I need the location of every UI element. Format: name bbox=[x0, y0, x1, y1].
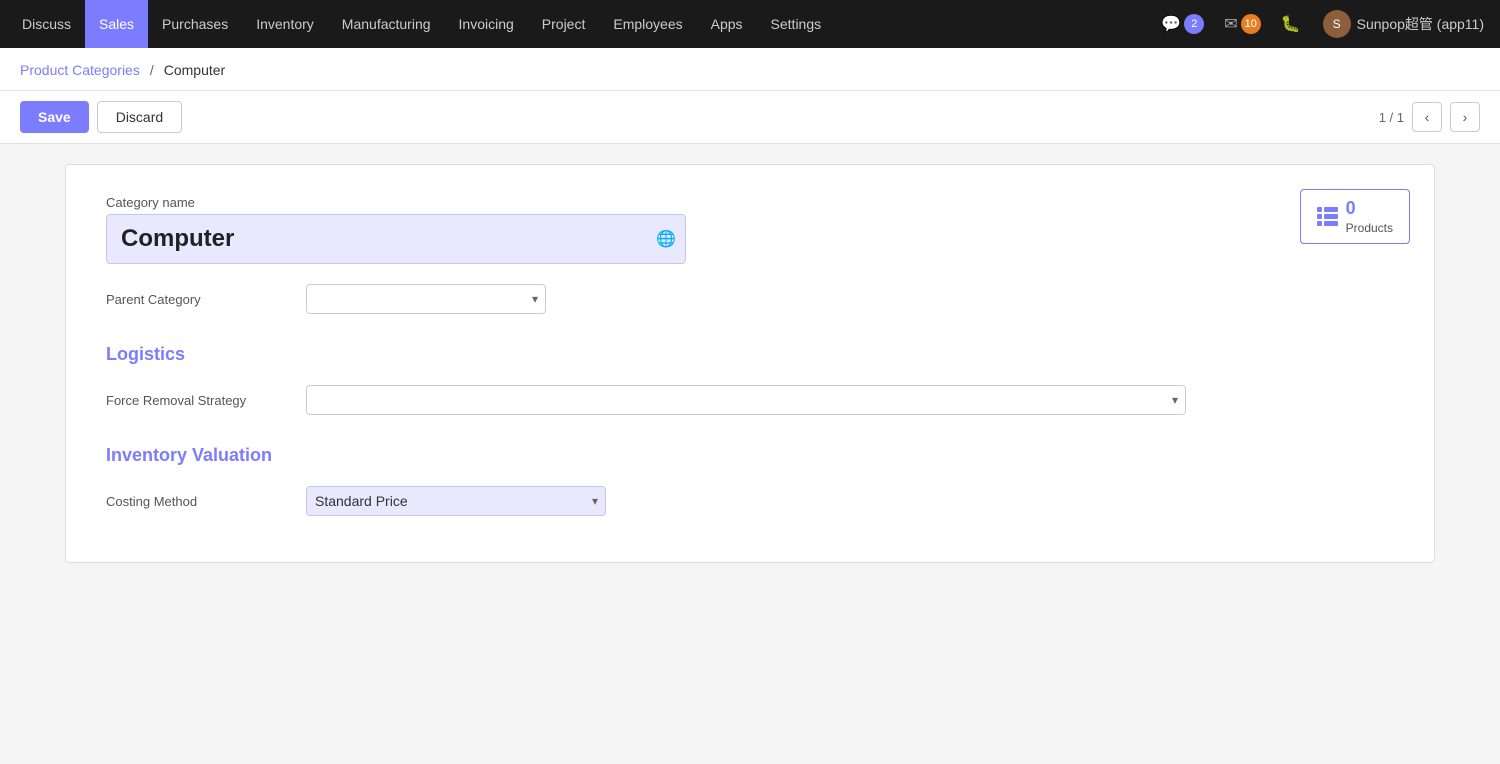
nav-manufacturing[interactable]: Manufacturing bbox=[328, 0, 445, 48]
main-content: 0 Products Category name 🌐 Parent Catego… bbox=[0, 144, 1500, 764]
toolbar: Save Discard 1 / 1 ‹ › bbox=[0, 91, 1500, 144]
category-name-input[interactable] bbox=[106, 214, 686, 264]
parent-category-label: Parent Category bbox=[106, 292, 306, 307]
message-icon: ✉ bbox=[1224, 14, 1237, 34]
products-smart-button-icon bbox=[1317, 207, 1338, 226]
nav-inventory[interactable]: Inventory bbox=[242, 0, 328, 48]
force-removal-wrapper: First In First Out (FIFO) Last In First … bbox=[306, 385, 1186, 415]
nav-sales[interactable]: Sales bbox=[85, 0, 148, 48]
nav-project[interactable]: Project bbox=[528, 0, 600, 48]
nav-settings[interactable]: Settings bbox=[757, 0, 836, 48]
globe-icon[interactable]: 🌐 bbox=[656, 229, 676, 249]
nav-discuss[interactable]: Discuss bbox=[8, 0, 85, 48]
force-removal-select[interactable]: First In First Out (FIFO) Last In First … bbox=[306, 385, 1186, 415]
user-label: Sunpop超管 (app11) bbox=[1357, 14, 1484, 34]
breadcrumb-parent[interactable]: Product Categories bbox=[20, 62, 140, 78]
costing-method-wrapper: Standard Price Average Cost (AVCO) First… bbox=[306, 486, 606, 516]
chat-icon: 💬 bbox=[1161, 14, 1181, 34]
parent-category-select[interactable]: All bbox=[306, 284, 546, 314]
nav-items: Discuss Sales Purchases Inventory Manufa… bbox=[8, 0, 1155, 48]
category-name-field: Category name 🌐 bbox=[106, 195, 1394, 264]
top-navigation: Discuss Sales Purchases Inventory Manufa… bbox=[0, 0, 1500, 48]
costing-method-field: Costing Method Standard Price Average Co… bbox=[106, 486, 1394, 516]
logistics-section-title: Logistics bbox=[106, 344, 1394, 365]
topnav-right: 💬 2 ✉ 10 🐛 S Sunpop超管 (app11) bbox=[1155, 10, 1492, 38]
products-label: Products bbox=[1346, 221, 1393, 235]
parent-category-field: Parent Category All bbox=[106, 284, 1394, 314]
smart-buttons: 0 Products bbox=[1300, 189, 1410, 244]
products-smart-button[interactable]: 0 Products bbox=[1300, 189, 1410, 244]
activity-count: 2 bbox=[1184, 14, 1204, 34]
message-badge[interactable]: ✉ 10 bbox=[1218, 14, 1266, 34]
form-card: 0 Products Category name 🌐 Parent Catego… bbox=[65, 164, 1435, 563]
force-removal-label: Force Removal Strategy bbox=[106, 393, 306, 408]
products-smart-button-text: 0 Products bbox=[1346, 198, 1393, 235]
nav-employees[interactable]: Employees bbox=[599, 0, 696, 48]
nav-purchases[interactable]: Purchases bbox=[148, 0, 242, 48]
breadcrumb-current: Computer bbox=[164, 62, 225, 78]
category-name-wrapper: 🌐 bbox=[106, 214, 686, 264]
toolbar-left: Save Discard bbox=[20, 101, 182, 133]
products-count: 0 bbox=[1346, 198, 1393, 219]
force-removal-field: Force Removal Strategy First In First Ou… bbox=[106, 385, 1394, 415]
category-name-label: Category name bbox=[106, 195, 1394, 210]
save-button[interactable]: Save bbox=[20, 101, 89, 133]
activity-badge[interactable]: 💬 2 bbox=[1155, 14, 1210, 34]
inventory-valuation-section-title: Inventory Valuation bbox=[106, 445, 1394, 466]
nav-invoicing[interactable]: Invoicing bbox=[445, 0, 528, 48]
bug-icon[interactable]: 🐛 bbox=[1275, 14, 1307, 34]
breadcrumb-separator: / bbox=[150, 62, 154, 78]
next-record-button[interactable]: › bbox=[1450, 102, 1480, 132]
breadcrumb: Product Categories / Computer bbox=[0, 48, 1500, 91]
nav-apps[interactable]: Apps bbox=[697, 0, 757, 48]
pagination-label: 1 / 1 bbox=[1379, 110, 1404, 125]
message-count: 10 bbox=[1241, 14, 1261, 34]
user-menu[interactable]: S Sunpop超管 (app11) bbox=[1315, 10, 1492, 38]
discard-button[interactable]: Discard bbox=[97, 101, 182, 133]
prev-record-button[interactable]: ‹ bbox=[1412, 102, 1442, 132]
toolbar-right: 1 / 1 ‹ › bbox=[1379, 102, 1480, 132]
costing-method-select[interactable]: Standard Price Average Cost (AVCO) First… bbox=[306, 486, 606, 516]
costing-method-label: Costing Method bbox=[106, 494, 306, 509]
avatar: S bbox=[1323, 10, 1351, 38]
parent-category-wrapper: All bbox=[306, 284, 546, 314]
